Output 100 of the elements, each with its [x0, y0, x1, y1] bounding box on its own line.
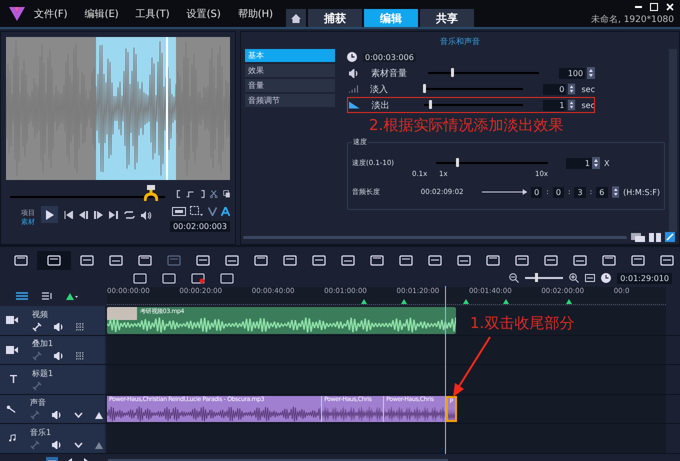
menu-item[interactable]: 文件(F) [34, 6, 68, 20]
speaker-icon[interactable] [54, 322, 64, 331]
time-part-field[interactable]: 3 [574, 186, 586, 198]
time-part-field[interactable]: 0 [530, 186, 542, 198]
horizontal-scrollbar[interactable] [243, 236, 627, 238]
zoom-out-icon[interactable] [509, 273, 520, 283]
number-field[interactable]: 100 [559, 68, 586, 78]
speaker-icon[interactable] [52, 440, 62, 449]
arrow-icon [482, 189, 527, 195]
annotation-arrow [452, 336, 492, 398]
spinner-icon[interactable] [587, 67, 596, 79]
edit-icon[interactable] [665, 232, 675, 242]
library-icon[interactable] [631, 232, 645, 242]
letter-a-icon[interactable] [221, 206, 230, 216]
home-tab[interactable] [286, 9, 306, 27]
chevron-down-icon[interactable] [74, 412, 83, 418]
scrub-handle[interactable] [144, 185, 158, 201]
menu-item[interactable]: 设置(S) [186, 6, 221, 20]
volume-icon[interactable] [141, 211, 152, 220]
setting-label: 素材音量 [370, 68, 408, 80]
workspace-tab[interactable]: 共享 [420, 9, 474, 27]
aspect-ratio-icon[interactable] [172, 206, 186, 216]
track-name: 标题1 [32, 368, 54, 379]
track-lane[interactable] [107, 365, 666, 394]
menu-item[interactable]: 工具(T) [136, 6, 170, 20]
unit-label: sec [582, 84, 595, 94]
spinner-icon[interactable] [568, 83, 576, 95]
slider-thumb[interactable] [429, 100, 432, 109]
time-part-field[interactable]: 0 [552, 186, 564, 198]
track-name: 叠加1 [32, 338, 54, 350]
skip-end-icon[interactable] [109, 211, 118, 219]
spinner-icon[interactable] [568, 99, 576, 111]
triangle-icon[interactable] [95, 411, 105, 420]
track-lane[interactable] [107, 336, 666, 364]
clock-icon [347, 52, 357, 62]
zoom-in-icon[interactable] [569, 273, 580, 283]
play-button[interactable] [41, 206, 58, 223]
duration-field[interactable]: 0:00:03:006 [363, 52, 416, 62]
project-info: 未命名, 1920*1080 [590, 14, 674, 26]
chevron-down-icon[interactable] [74, 442, 83, 448]
menu-item[interactable]: 编辑(E) [84, 6, 119, 20]
mark-out-icon[interactable] [200, 188, 206, 200]
app-logo-icon [8, 6, 26, 22]
speaker-icon[interactable] [54, 352, 64, 360]
track-name: 声音 [30, 397, 47, 408]
track-lane[interactable] [107, 424, 666, 452]
step-back-icon[interactable] [79, 211, 88, 219]
home-icon [291, 14, 302, 22]
options-side-tab[interactable]: 音量 [245, 79, 335, 92]
setting-label: 淡入 [370, 84, 389, 96]
menu-item[interactable]: 帮助(H) [238, 6, 274, 20]
annotation-text: 1.双击收尾部分 [470, 314, 574, 333]
crop-dropdown-icon[interactable] [190, 206, 204, 216]
slider-thumb[interactable] [422, 84, 426, 93]
split-panel-icon[interactable] [649, 232, 661, 242]
track-manager-icon[interactable] [16, 292, 28, 300]
scissors-icon[interactable] [210, 188, 218, 200]
number-field[interactable]: 0 [542, 84, 566, 94]
workspace-tab[interactable]: 捕获 [308, 9, 362, 27]
track-name: 音乐1 [30, 426, 52, 438]
mark-in-icon[interactable] [176, 188, 182, 200]
fit-icon[interactable] [585, 274, 596, 282]
slider-thumb[interactable] [456, 158, 460, 167]
number-field[interactable]: 1 [543, 100, 566, 110]
waveform-drawing [448, 408, 455, 420]
speaker-icon[interactable] [52, 411, 62, 420]
timecode-field[interactable]: 00:02:00:003 [170, 221, 230, 232]
waveform-drawing [384, 406, 445, 422]
vertical-scrollbar[interactable] [669, 49, 677, 232]
number-field[interactable]: 1 [566, 158, 592, 168]
setting-label: 淡出 [372, 100, 391, 112]
options-side-tab[interactable]: 音频调节 [245, 94, 335, 107]
spinner-icon[interactable] [612, 186, 620, 198]
fade-in-icon [349, 85, 358, 93]
fade-out-icon [349, 101, 360, 109]
timeline-timecode[interactable]: 0:01:29:010 [617, 272, 672, 284]
time-part-field[interactable]: 6 [596, 186, 608, 198]
options-side-tab[interactable]: 效果 [245, 64, 335, 77]
slider-thumb[interactable] [450, 68, 454, 77]
panel-title: 音乐和声音 [439, 36, 481, 48]
camera-icon[interactable] [6, 346, 18, 354]
speaker-icon [349, 68, 359, 78]
track-name: 视频 [32, 308, 49, 320]
camera-icon[interactable] [6, 316, 18, 324]
skip-start-icon[interactable] [64, 211, 73, 219]
letter-v-icon[interactable] [208, 206, 217, 216]
list-icon[interactable] [42, 292, 52, 300]
repeat-icon[interactable] [124, 211, 135, 219]
step-forward-icon[interactable] [94, 211, 103, 219]
marker-dropdown-icon[interactable] [66, 292, 78, 300]
photo-placeholder [107, 307, 137, 320]
unit-label: X [604, 158, 610, 168]
maximize-icon[interactable] [650, 3, 658, 11]
music-note-icon[interactable] [6, 434, 16, 442]
spinner-icon[interactable] [592, 157, 600, 169]
unit-label: sec [582, 100, 595, 110]
unit-label: (H:M:S:F) [623, 188, 660, 196]
annotation-text: 2.根据实际情况添加淡出效果 [369, 116, 564, 136]
zoom-slider-thumb[interactable] [535, 273, 538, 282]
close-icon[interactable] [666, 3, 674, 11]
